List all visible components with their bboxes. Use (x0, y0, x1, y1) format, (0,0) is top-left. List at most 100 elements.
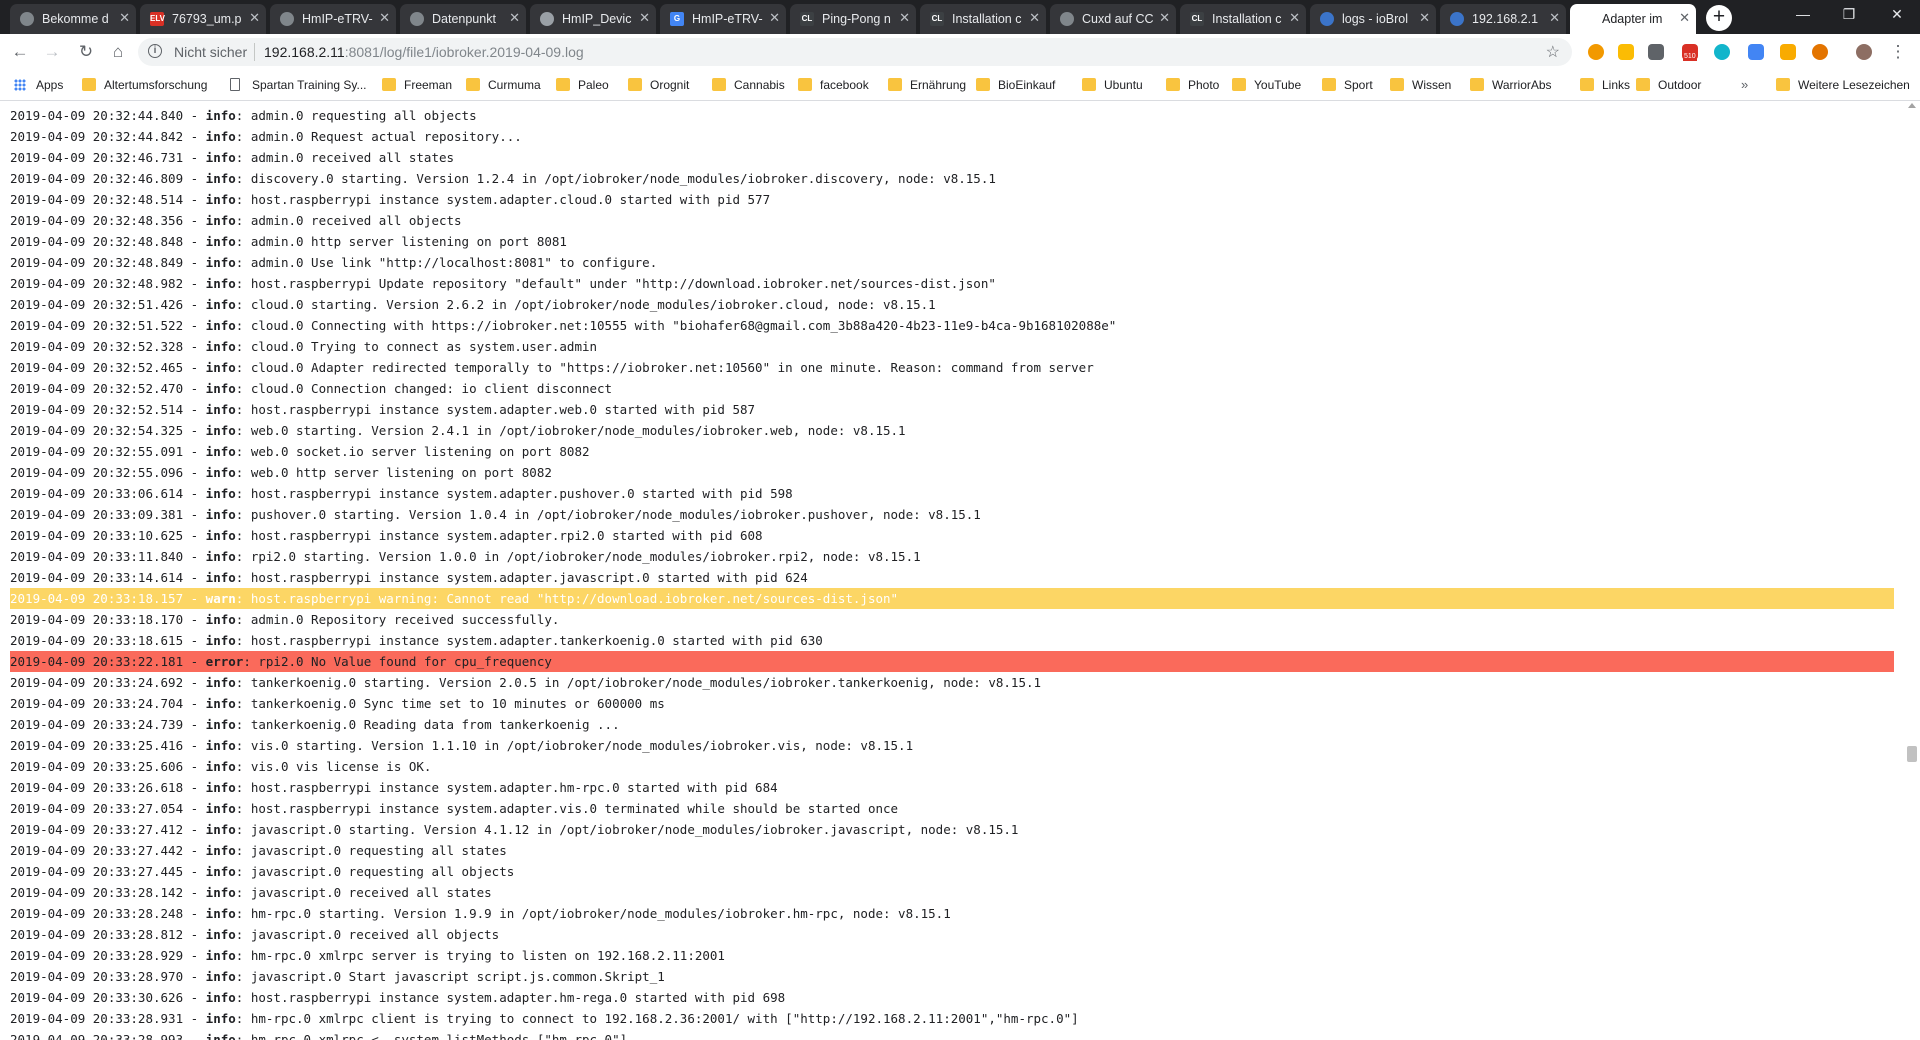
close-tab-icon[interactable]: ✕ (639, 11, 650, 25)
log-row: 2019-04-09 20:33:28.812 - info: javascri… (10, 927, 500, 942)
close-tab-icon[interactable]: ✕ (1549, 11, 1560, 25)
log-row: 2019-04-09 20:33:28.931 - info: hm-rpc.0… (10, 1011, 1079, 1026)
tab[interactable]: CL Installation c ✕ (920, 4, 1046, 34)
new-tab-button[interactable]: + (1706, 5, 1732, 31)
log-timestamp: 2019-04-09 20:32:52.470 (10, 381, 184, 396)
close-tab-icon[interactable]: ✕ (119, 11, 130, 25)
log-level: info (205, 633, 236, 648)
log-message: cloud.0 Adapter redirected temporally to… (250, 360, 1094, 375)
extension-icon[interactable] (1780, 44, 1796, 60)
log-row: 2019-04-09 20:32:48.356 - info: admin.0 … (10, 213, 462, 228)
bookmark-star-icon[interactable]: ☆ (1546, 42, 1560, 62)
extension-icon[interactable] (1748, 44, 1764, 60)
log-timestamp: 2019-04-09 20:32:48.848 (10, 234, 184, 249)
log-level: info (205, 402, 236, 417)
tab[interactable]: ELV 76793_um.p ✕ (140, 4, 266, 34)
extension-badge-icon[interactable]: 510 (1682, 44, 1698, 61)
bookmark-label: Cannabis (734, 78, 785, 92)
log-level: info (205, 528, 236, 543)
extension-icon[interactable] (1714, 44, 1730, 60)
close-tab-icon[interactable]: ✕ (249, 11, 260, 25)
log-row: 2019-04-09 20:32:55.096 - info: web.0 ht… (10, 465, 552, 480)
tab[interactable]: HmIP_Devic ✕ (530, 4, 656, 34)
log-row: 2019-04-09 20:32:54.325 - info: web.0 st… (10, 423, 906, 438)
extension-icon[interactable] (1588, 44, 1604, 60)
tab[interactable]: logs - ioBrol ✕ (1310, 4, 1436, 34)
log-level: info (205, 549, 236, 564)
close-tab-icon[interactable]: ✕ (1159, 11, 1170, 25)
restore-button[interactable]: ❐ (1826, 0, 1872, 30)
address-bar[interactable]: i Nicht sicher 192.168.2.11:8081/log/fil… (138, 38, 1572, 66)
log-level: info (205, 192, 236, 207)
back-button[interactable]: ← (10, 42, 30, 62)
vertical-scrollbar[interactable] (1904, 101, 1920, 1040)
browser-toolbar: ← → ↻ ⌂ i Nicht sicher 192.168.2.11:8081… (0, 34, 1920, 71)
log-row: 2019-04-09 20:33:27.442 - info: javascri… (10, 843, 507, 858)
folder-icon (1082, 78, 1096, 91)
log-row: 2019-04-09 20:32:52.470 - info: cloud.0 … (10, 381, 613, 396)
log-timestamp: 2019-04-09 20:33:28.931 (10, 1011, 184, 1026)
tab[interactable]: Datenpunkt ✕ (400, 4, 526, 34)
bookmark-label: WarriorAbs (1492, 78, 1552, 92)
log-row: 2019-04-09 20:32:52.514 - info: host.ras… (10, 402, 756, 417)
folder-icon (1232, 78, 1246, 91)
tab-title: HmIP-eTRV- (302, 12, 373, 26)
log-message: admin.0 Repository received successfully… (250, 612, 560, 627)
avatar[interactable] (1856, 44, 1872, 60)
close-tab-icon[interactable]: ✕ (509, 11, 520, 25)
bookmark-label: Ernährung (910, 78, 967, 92)
tab[interactable]: Adapter im ✕ (1570, 4, 1696, 34)
tab[interactable]: Cuxd auf CC ✕ (1050, 4, 1176, 34)
bookmark-label: Links (1602, 78, 1631, 92)
bookmarks-overflow-button[interactable]: » (1741, 70, 1748, 100)
close-tab-icon[interactable]: ✕ (1289, 11, 1300, 25)
close-tab-icon[interactable]: ✕ (1419, 11, 1430, 25)
log-row: 2019-04-09 20:33:28.142 - info: javascri… (10, 885, 492, 900)
info-icon[interactable]: i (148, 44, 162, 58)
log-level: info (205, 297, 236, 312)
log-message: web.0 socket.io server listening on port… (250, 444, 590, 459)
log-level: info (205, 843, 236, 858)
tab[interactable]: HmIP-eTRV- ✕ (270, 4, 396, 34)
bookmark-label: Curmuma (488, 78, 541, 92)
tab[interactable]: Bekomme d ✕ (10, 4, 136, 34)
bookmark-label: Apps (36, 78, 64, 92)
close-tab-icon[interactable]: ✕ (1679, 11, 1690, 25)
folder-icon (1636, 78, 1650, 91)
log-level: info (205, 150, 236, 165)
log-timestamp: 2019-04-09 20:33:27.412 (10, 822, 184, 837)
url-text[interactable]: 192.168.2.11:8081/log/file1/iobroker.201… (264, 44, 584, 60)
extension-icon[interactable] (1648, 44, 1664, 60)
gear-icon (410, 12, 424, 26)
close-tab-icon[interactable]: ✕ (769, 11, 780, 25)
log-timestamp: 2019-04-09 20:32:51.426 (10, 297, 184, 312)
log-row: 2019-04-09 20:33:10.625 - info: host.ras… (10, 528, 763, 543)
log-level: info (205, 948, 236, 963)
log-level: info (205, 507, 236, 522)
log-level: info (205, 969, 236, 984)
close-tab-icon[interactable]: ✕ (1029, 11, 1040, 25)
close-tab-icon[interactable]: ✕ (379, 11, 390, 25)
tab[interactable]: CL Installation c ✕ (1180, 4, 1306, 34)
scrollbar-thumb[interactable] (1907, 746, 1917, 762)
tab[interactable]: CL Ping-Pong n ✕ (790, 4, 916, 34)
menu-icon[interactable]: ⋮ (1888, 42, 1908, 62)
forward-button[interactable]: → (42, 42, 62, 62)
close-tab-icon[interactable]: ✕ (899, 11, 910, 25)
log-message: admin.0 received all objects (250, 213, 462, 228)
tab[interactable]: G HmIP-eTRV- ✕ (660, 4, 786, 34)
folder-icon (1580, 78, 1594, 91)
extension-icon[interactable] (1812, 44, 1828, 60)
minimize-button[interactable]: — (1780, 0, 1826, 30)
home-button[interactable]: ⌂ (108, 42, 128, 62)
log-row: 2019-04-09 20:32:48.514 - info: host.ras… (10, 192, 771, 207)
tab[interactable]: 192.168.2.1 ✕ (1440, 4, 1566, 34)
log-level: info (205, 864, 236, 879)
log-message: cloud.0 Trying to connect as system.user… (250, 339, 598, 354)
close-window-button[interactable]: ✕ (1874, 0, 1920, 30)
reload-button[interactable]: ↻ (76, 42, 96, 62)
page-icon (230, 78, 240, 91)
log-row: 2019-04-09 20:33:22.181 - error: rpi2.0 … (10, 651, 1894, 672)
scroll-up-arrow-icon[interactable] (1908, 103, 1916, 108)
extension-icon[interactable] (1618, 44, 1634, 60)
